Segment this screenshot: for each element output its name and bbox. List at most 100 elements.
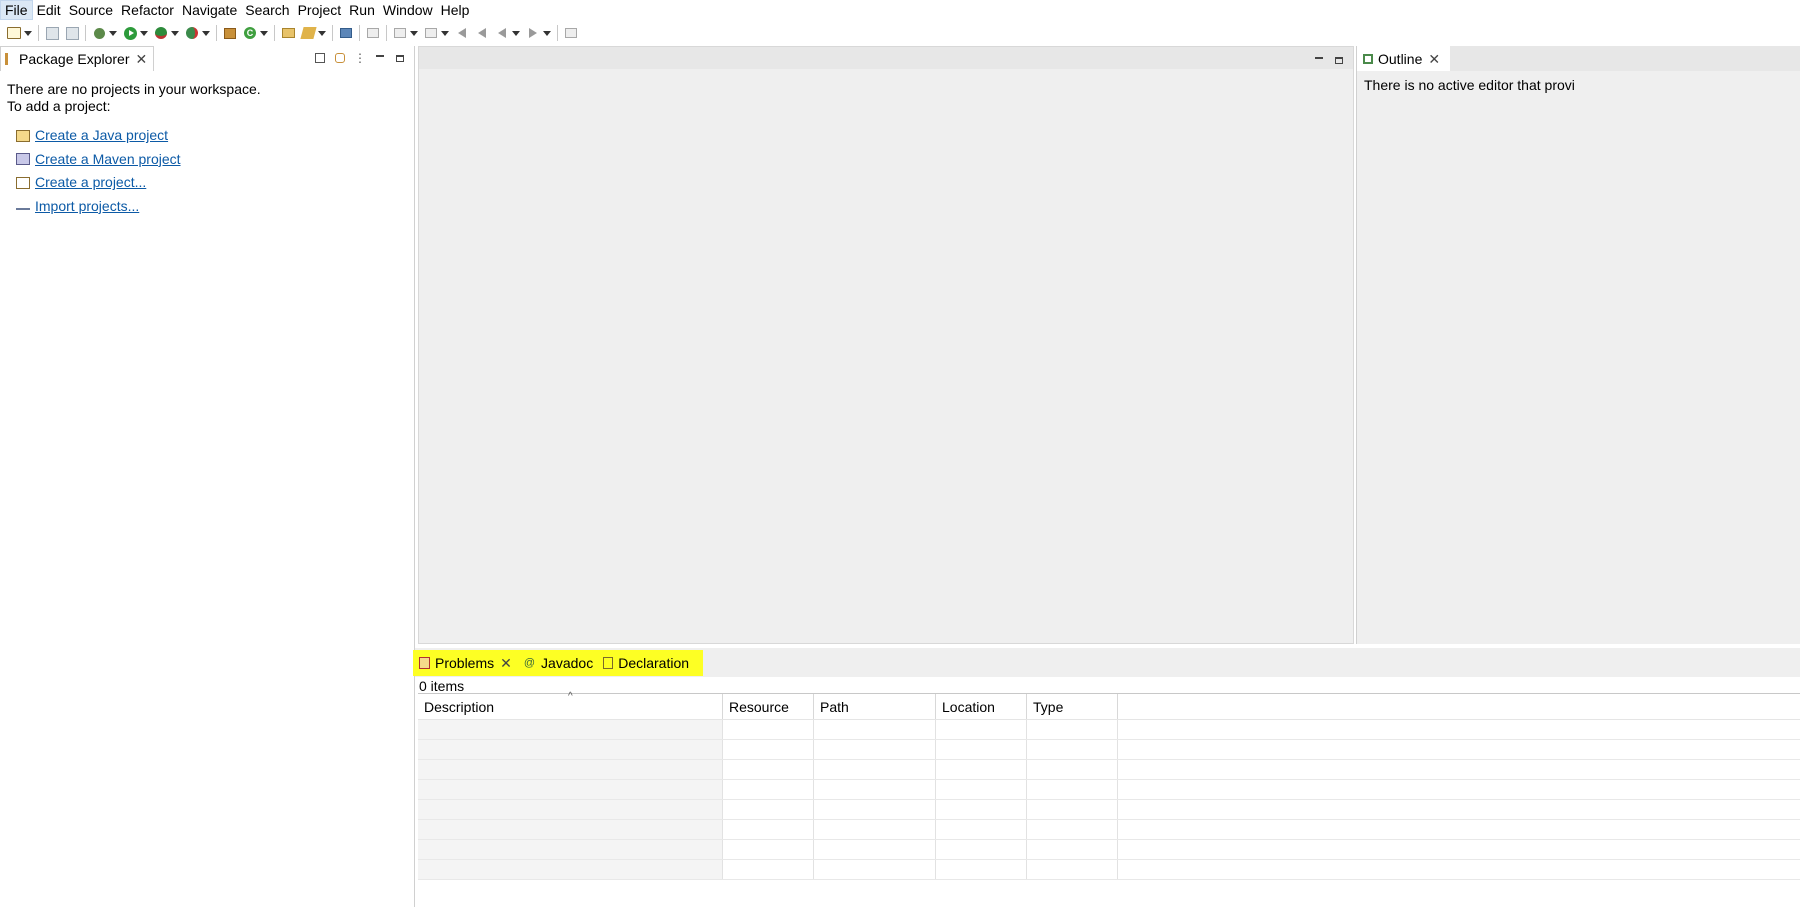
table-row [418,740,1800,760]
close-icon[interactable]: ✕ [500,656,512,670]
editor-controls [1307,52,1347,68]
problems-icon [419,656,430,669]
view-menu-icon[interactable]: ⋮ [352,50,368,66]
toolbar-separator [216,25,217,41]
back-icon[interactable] [494,25,510,41]
table-row [418,760,1800,780]
tab-declaration-label: Declaration [618,654,690,671]
table-row [418,840,1800,860]
table-row [418,820,1800,840]
toolbar-separator [85,25,86,41]
column-resource[interactable]: Resource [723,694,814,719]
menu-refactor[interactable]: Refactor [117,0,178,20]
column-path-label: Path [820,699,849,715]
tab-declaration[interactable]: Declaration [597,649,704,676]
link-row-maven-project: Create a Maven project [16,148,414,172]
link-row-new-project: Create a project... [16,171,414,195]
table-header: ^ Description Resource Path Location Typ… [418,691,1800,720]
new-class-icon[interactable]: C [242,25,258,41]
new-class-dropdown[interactable] [260,25,268,41]
menu-search[interactable]: Search [241,0,293,20]
column-resource-label: Resource [729,699,789,715]
tab-javadoc[interactable]: @ Javadoc [517,649,598,676]
debug-dropdown[interactable] [109,25,117,41]
package-explorer-icon [5,53,14,65]
close-icon[interactable]: ✕ [136,52,148,66]
menu-navigate[interactable]: Navigate [178,0,241,20]
close-icon[interactable]: ✕ [1428,52,1440,66]
last-edit-2-icon[interactable] [474,25,490,41]
column-description[interactable]: ^ Description [418,691,723,719]
maximize-icon[interactable] [392,50,408,66]
menu-window[interactable]: Window [379,0,437,20]
coverage-dropdown[interactable] [171,25,179,41]
link-row-import: Import projects... [16,195,414,219]
minimize-icon[interactable] [1311,52,1327,68]
link-with-editor-icon[interactable] [332,50,348,66]
editor-tabbar [419,47,1353,69]
run-dropdown[interactable] [140,25,148,41]
outline-icon [1363,53,1373,64]
toggle-mark-icon[interactable] [365,25,381,41]
sort-caret-icon: ^ [568,691,573,702]
last-edit-icon[interactable] [454,25,470,41]
menu-source[interactable]: Source [65,0,117,20]
table-row [418,860,1800,880]
previous-annotation-dropdown[interactable] [441,25,449,41]
add-project-prompt: To add a project: [7,98,111,114]
next-annotation-icon[interactable] [392,25,408,41]
maximize-icon[interactable] [1331,52,1347,68]
java-project-icon [16,129,30,142]
new-package-icon[interactable] [222,25,238,41]
menu-file[interactable]: File [0,0,33,20]
column-location[interactable]: Location [936,694,1027,719]
declaration-icon [603,656,614,669]
forward-icon[interactable] [525,25,541,41]
menu-help[interactable]: Help [437,0,474,20]
open-type-icon[interactable] [280,25,296,41]
new-wizard-dropdown[interactable] [24,25,32,41]
bottom-tabbar: Problems ✕ @ Javadoc Declaration [413,648,1800,677]
column-type-label: Type [1033,699,1064,715]
column-location-label: Location [942,699,995,715]
tab-problems[interactable]: Problems ✕ [413,649,518,676]
open-console-icon[interactable] [338,25,354,41]
new-wizard-icon[interactable] [6,25,22,41]
debug-icon[interactable] [91,25,107,41]
back-dropdown[interactable] [512,25,520,41]
table-row [418,800,1800,820]
editor-area [418,46,1354,644]
toolbar-separator [386,25,387,41]
previous-annotation-icon[interactable] [423,25,439,41]
column-path[interactable]: Path [814,694,936,719]
forward-dropdown[interactable] [543,25,551,41]
next-annotation-dropdown[interactable] [410,25,418,41]
outline-message: There is no active editor that provi [1364,77,1575,93]
create-java-project-link[interactable]: Create a Java project [35,127,168,144]
menu-edit[interactable]: Edit [33,0,65,20]
column-type[interactable]: Type [1027,694,1118,719]
import-projects-link[interactable]: Import projects... [35,198,139,215]
external-tools-icon[interactable] [184,25,200,41]
create-project-link[interactable]: Create a project... [35,174,146,191]
external-tools-dropdown[interactable] [202,25,210,41]
toolbar-separator [38,25,39,41]
coverage-icon[interactable] [153,25,169,41]
minimize-icon[interactable] [372,50,388,66]
menu-project[interactable]: Project [294,0,346,20]
toolbar-separator [274,25,275,41]
run-icon[interactable] [122,25,138,41]
package-explorer-view: Package Explorer ✕ ⋮ There are no projec… [0,46,415,907]
search-dropdown[interactable] [318,25,326,41]
problems-table: ^ Description Resource Path Location Typ… [418,691,1800,880]
pin-editor-icon[interactable] [563,25,579,41]
collapse-all-icon[interactable] [312,50,328,66]
menu-run[interactable]: Run [345,0,379,20]
save-all-icon[interactable] [64,25,80,41]
tab-outline[interactable]: Outline ✕ [1357,46,1451,71]
new-project-icon [16,176,30,189]
create-maven-project-link[interactable]: Create a Maven project [35,151,181,168]
tab-package-explorer[interactable]: Package Explorer ✕ [0,46,155,71]
search-icon[interactable] [299,25,317,41]
save-icon[interactable] [44,25,60,41]
